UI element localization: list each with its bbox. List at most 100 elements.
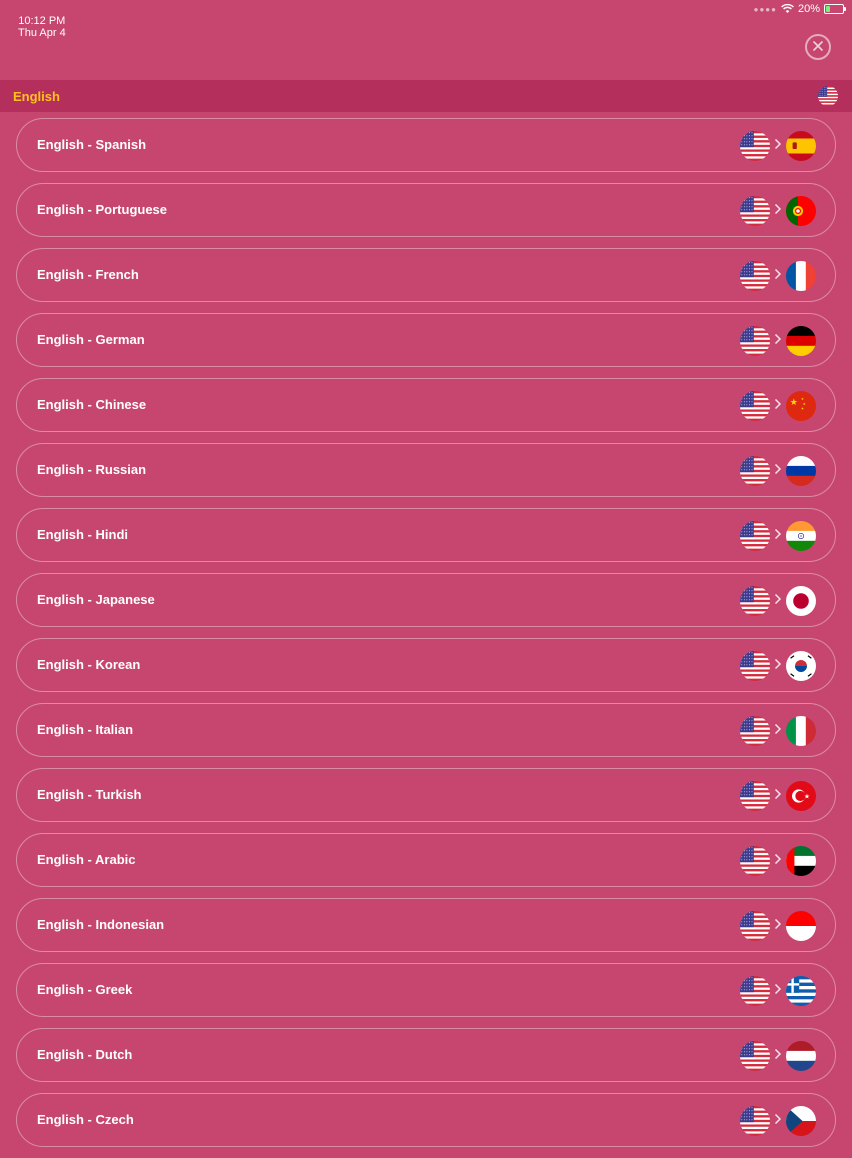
us-flag-icon	[740, 261, 770, 291]
language-pair-item[interactable]: English - Dutch	[16, 1028, 836, 1082]
language-pair-label: English - German	[37, 332, 145, 347]
chevron-right-icon	[774, 462, 782, 480]
language-pair-item[interactable]: English - Chinese ★ ★ ★ ★	[16, 378, 836, 432]
flag-pair	[740, 131, 816, 161]
flag-pair	[740, 846, 816, 876]
pt-flag-icon	[786, 196, 816, 226]
svg-text:★: ★	[790, 398, 798, 408]
flag-pair	[740, 651, 816, 681]
flag-pair	[740, 326, 816, 356]
close-button[interactable]	[805, 34, 831, 60]
battery-icon	[824, 4, 846, 14]
us-flag-icon	[740, 911, 770, 941]
language-pair-label: English - Hindi	[37, 527, 128, 542]
language-pair-item[interactable]: English - Czech	[16, 1093, 836, 1147]
status-time: 10:12 PM	[18, 15, 66, 27]
chevron-right-icon	[774, 722, 782, 740]
language-pair-label: English - Italian	[37, 722, 134, 737]
it-flag-icon	[786, 716, 816, 746]
us-flag-icon	[818, 86, 838, 106]
us-flag-icon	[740, 586, 770, 616]
chevron-right-icon	[774, 397, 782, 415]
language-pair-label: English - Portuguese	[37, 202, 168, 217]
language-pair-item[interactable]: English - Hindi	[16, 508, 836, 562]
language-pair-label: English - Czech	[37, 1112, 134, 1127]
section-header: English	[0, 80, 852, 112]
flag-pair	[740, 716, 816, 746]
flag-pair: ★ ★ ★ ★	[740, 391, 816, 421]
language-pair-label: English - Arabic	[37, 852, 136, 867]
us-flag-icon	[740, 456, 770, 486]
language-pair-item[interactable]: English - German	[16, 313, 836, 367]
us-flag-icon	[740, 976, 770, 1006]
fr-flag-icon	[786, 261, 816, 291]
ru-flag-icon	[786, 456, 816, 486]
us-flag-icon	[740, 131, 770, 161]
language-pair-item[interactable]: English - Japanese	[16, 573, 836, 627]
chevron-right-icon	[774, 527, 782, 545]
svg-text:★: ★	[804, 792, 810, 800]
flag-pair	[740, 1106, 816, 1136]
status-date: Thu Apr 4	[18, 27, 66, 39]
svg-text:★: ★	[801, 397, 804, 401]
id-flag-icon	[786, 911, 816, 941]
language-pair-item[interactable]: English - Arabic	[16, 833, 836, 887]
close-icon	[813, 38, 823, 56]
nl-flag-icon	[786, 1041, 816, 1071]
flag-pair	[740, 911, 816, 941]
us-flag-icon	[740, 651, 770, 681]
chevron-right-icon	[774, 982, 782, 1000]
in-flag-icon	[786, 521, 816, 551]
language-pair-item[interactable]: English - Spanish	[16, 118, 836, 172]
us-flag-icon	[740, 781, 770, 811]
flag-pair	[740, 1041, 816, 1071]
svg-text:★: ★	[801, 407, 804, 411]
language-pair-label: English - Turkish	[37, 787, 142, 802]
language-pair-item[interactable]: English - Russian	[16, 443, 836, 497]
language-pair-label: English - Greek	[37, 982, 133, 997]
chevron-right-icon	[774, 267, 782, 285]
us-flag-icon	[740, 196, 770, 226]
flag-pair	[740, 261, 816, 291]
flag-pair	[740, 976, 816, 1006]
language-pair-item[interactable]: English - French	[16, 248, 836, 302]
kr-flag-icon	[786, 651, 816, 681]
language-pair-label: English - Korean	[37, 657, 141, 672]
battery-percent: 20%	[797, 3, 820, 15]
us-flag-icon	[740, 846, 770, 876]
language-pair-item[interactable]: English - Portuguese	[16, 183, 836, 237]
language-pair-label: English - Spanish	[37, 137, 147, 152]
ae-flag-icon	[786, 846, 816, 876]
language-pair-item[interactable]: English - Italian	[16, 703, 836, 757]
language-pair-label: English - Chinese	[37, 397, 147, 412]
chevron-right-icon	[774, 592, 782, 610]
jp-flag-icon	[786, 586, 816, 616]
language-pair-item[interactable]: English - Indonesian	[16, 898, 836, 952]
signal-dots-icon: ●●●●	[753, 4, 777, 14]
cn-flag-icon: ★ ★ ★ ★	[786, 391, 816, 421]
gr-flag-icon	[786, 976, 816, 1006]
chevron-right-icon	[774, 917, 782, 935]
chevron-right-icon	[774, 137, 782, 155]
svg-text:★: ★	[803, 402, 806, 406]
section-title: English	[13, 89, 60, 104]
language-pair-item[interactable]: English - Turkish ★	[16, 768, 836, 822]
language-pair-item[interactable]: English - Korean	[16, 638, 836, 692]
chevron-right-icon	[774, 852, 782, 870]
language-pair-item[interactable]: English - Greek	[16, 963, 836, 1017]
us-flag-icon	[740, 1106, 770, 1136]
flag-pair	[740, 586, 816, 616]
us-flag-icon	[740, 326, 770, 356]
de-flag-icon	[786, 326, 816, 356]
chevron-right-icon	[774, 787, 782, 805]
language-pair-label: English - Japanese	[37, 592, 155, 607]
status-bar: 10:12 PM Thu Apr 4 ●●●● 20%	[0, 0, 852, 39]
language-pair-label: English - Indonesian	[37, 917, 165, 932]
flag-pair	[740, 196, 816, 226]
chevron-right-icon	[774, 202, 782, 220]
flag-pair	[740, 521, 816, 551]
cz-flag-icon	[786, 1106, 816, 1136]
language-pair-label: English - Russian	[37, 462, 147, 477]
us-flag-icon	[740, 1041, 770, 1071]
language-pair-list: English - Spanish English - Portuguese Eng…	[16, 118, 836, 1158]
